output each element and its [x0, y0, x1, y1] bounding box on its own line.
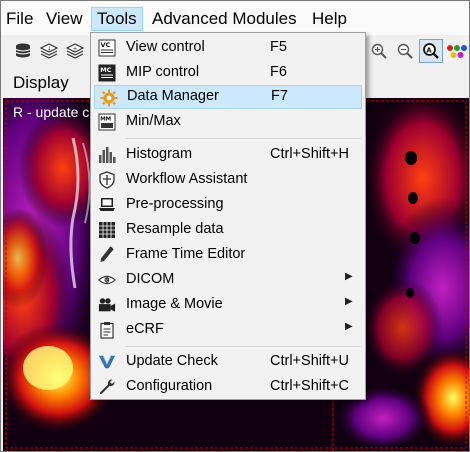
- menu-item-frame-time-editor[interactable]: Frame Time Editor: [93, 243, 363, 267]
- menu-item-pre-processing[interactable]: Pre-processing: [93, 193, 363, 217]
- menu-item-workflow-assistant[interactable]: Workflow Assistant: [93, 168, 363, 192]
- wrench-icon: [98, 378, 116, 396]
- menu-separator: [125, 346, 361, 347]
- viewport-label: R - update c: [13, 104, 90, 120]
- grid-icon: [98, 221, 116, 239]
- menu-item-dicom[interactable]: DCM DICOM ▶: [93, 268, 363, 292]
- mip-control-icon: MC: [98, 64, 116, 82]
- menu-item-mip-control[interactable]: MC MIP control F6: [93, 61, 363, 85]
- menu-item-resample-data[interactable]: Resample data: [93, 218, 363, 242]
- menu-item-label: Min/Max: [126, 113, 181, 129]
- menu-item-label: Resample data: [126, 221, 224, 237]
- menu-item-label: Pre-processing: [126, 196, 224, 212]
- menu-item-label: Configuration: [126, 378, 213, 394]
- laptop-icon: [98, 196, 116, 214]
- menu-item-min-max[interactable]: MM Min/Max: [93, 110, 363, 134]
- menu-item-histogram[interactable]: Histogram Ctrl+Shift+H: [93, 143, 363, 167]
- update-check-icon: [98, 353, 116, 371]
- menu-item-ecrf[interactable]: eCRF ▶: [93, 318, 363, 342]
- zoom-out-icon[interactable]: [393, 39, 417, 63]
- menu-advanced-modules[interactable]: Advanced Modules: [147, 7, 302, 31]
- menu-item-label: DICOM: [126, 271, 175, 287]
- shield-icon: [98, 171, 116, 189]
- menu-item-shortcut: Ctrl+Shift+H: [270, 146, 349, 162]
- menu-item-shortcut: F6: [270, 64, 287, 80]
- menu-item-label: Workflow Assistant: [126, 171, 248, 187]
- menu-item-label: Update Check: [126, 353, 218, 369]
- menu-item-label: Histogram: [126, 146, 193, 162]
- dicom-icon: DCM: [98, 271, 116, 289]
- submenu-arrow-icon: ▶: [345, 271, 353, 282]
- svg-text:DCM: DCM: [104, 279, 112, 283]
- svg-text:MC: MC: [100, 66, 111, 74]
- clipboard-icon: [98, 321, 116, 339]
- menu-separator: [125, 138, 361, 139]
- menu-tools[interactable]: Tools: [91, 7, 143, 31]
- menu-item-shortcut: F5: [270, 39, 287, 55]
- svg-text:VC: VC: [101, 41, 111, 49]
- menu-item-label: Frame Time Editor: [126, 246, 246, 262]
- menu-item-label: Image & Movie: [126, 296, 223, 312]
- menu-item-shortcut: Ctrl+Shift+U: [270, 353, 349, 369]
- camera-icon: [98, 296, 116, 314]
- min-max-icon: MM: [98, 113, 116, 131]
- zoom-in-icon[interactable]: [367, 39, 391, 63]
- color-dots-icon[interactable]: [445, 39, 469, 63]
- svg-text:↓: ↓: [47, 46, 52, 53]
- submenu-arrow-icon: ▶: [345, 321, 353, 332]
- submenu-arrow-icon: ▶: [345, 296, 353, 307]
- histogram-icon: [98, 146, 116, 164]
- menu-item-data-manager[interactable]: Data Manager F7: [94, 85, 362, 109]
- view-control-icon: VC: [98, 39, 116, 57]
- menu-item-label: Data Manager: [127, 88, 219, 104]
- pen-icon: [98, 246, 116, 264]
- svg-text:MM: MM: [100, 117, 111, 123]
- menu-view[interactable]: View: [41, 7, 88, 31]
- menu-help[interactable]: Help: [307, 7, 352, 31]
- menu-item-view-control[interactable]: VC View control F5: [93, 36, 363, 60]
- svg-text:A: A: [426, 46, 432, 54]
- menu-item-label: View control: [126, 39, 205, 55]
- menu-item-update-check[interactable]: Update Check Ctrl+Shift+U: [93, 350, 363, 374]
- layers-import-icon[interactable]: ↓: [37, 39, 61, 63]
- menu-item-configuration[interactable]: Configuration Ctrl+Shift+C: [93, 375, 363, 399]
- auto-zoom-icon[interactable]: A: [419, 39, 443, 63]
- menu-item-label: MIP control: [126, 64, 200, 80]
- menu-bar: File View Tools Advanced Modules Help: [1, 1, 469, 35]
- menu-file[interactable]: File: [1, 7, 38, 31]
- app-window: File View Tools Advanced Modules Help ↓ …: [0, 0, 470, 452]
- menu-item-shortcut: F7: [271, 88, 288, 104]
- gear-icon: [100, 89, 118, 107]
- menu-item-shortcut: Ctrl+Shift+C: [270, 378, 349, 394]
- svg-text:+: +: [73, 46, 78, 53]
- menu-item-label: eCRF: [126, 321, 164, 337]
- database-icon[interactable]: [11, 39, 35, 63]
- tools-dropdown-menu: VC View control F5 MC MIP control F6 Dat…: [90, 32, 366, 400]
- layers-add-icon[interactable]: +: [63, 39, 87, 63]
- display-panel-title: Display: [13, 73, 69, 92]
- menu-item-image-movie[interactable]: Image & Movie ▶: [93, 293, 363, 317]
